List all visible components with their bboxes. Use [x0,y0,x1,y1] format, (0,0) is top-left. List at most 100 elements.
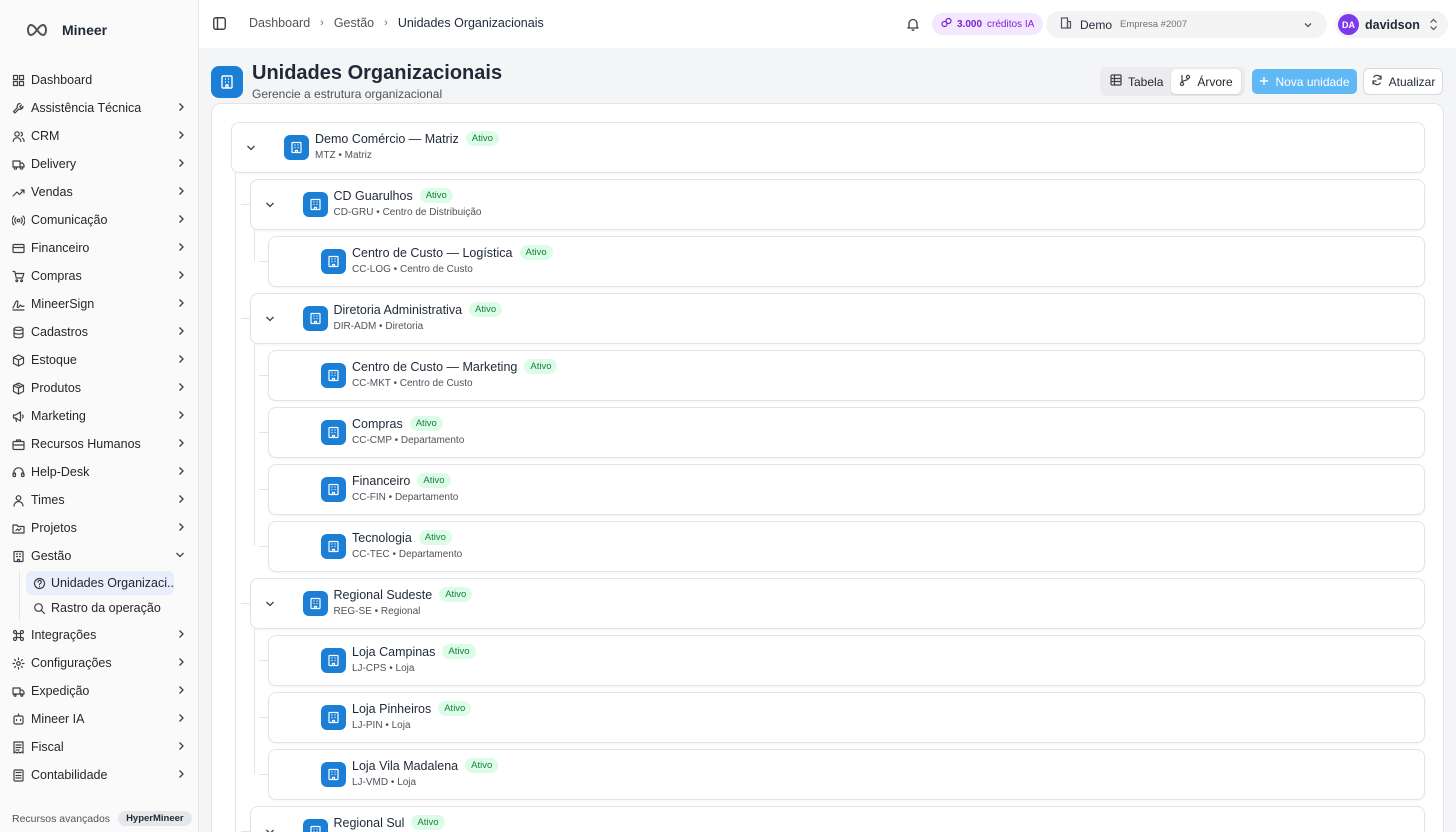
bell-icon[interactable] [906,17,920,31]
org-unit-card[interactable]: Regional Sul Ativo [249,806,1425,832]
status-badge: Ativo [418,530,452,545]
org-unit-card[interactable]: Tecnologia Ativo CC-TEC • Departamento [268,521,1425,572]
sidebar-item-expedicao[interactable]: Expedição [0,677,199,705]
sidebar-item-compras[interactable]: Compras [0,262,199,290]
advanced-features-label: Recursos avançados [12,812,111,825]
sidebar-item-projetos[interactable]: Projetos [0,514,199,542]
chevron-down-icon[interactable] [263,597,277,611]
chevron-right-icon [177,382,185,395]
org-unit-code: LJ-PIN [352,720,383,731]
sidebar-item-integracoes[interactable]: Integrações [0,621,199,649]
building-icon [12,550,25,563]
user-name: davidson [1365,17,1420,32]
sidebar-item-recursos-humanos[interactable]: Recursos Humanos [0,430,199,458]
org-unit-card[interactable]: Demo Comércio — Matriz Ativo MTZ • Matriz [231,122,1425,173]
org-unit-card[interactable]: Loja Pinheiros Ativo LJ-PIN • Loja [268,692,1425,743]
sidebar-toggle-icon[interactable] [213,17,226,30]
mineer-logo-icon [24,20,50,40]
refresh-icon [1371,74,1383,89]
sidebar-item-mineersign[interactable]: MineerSign [0,290,199,318]
chevron-down-icon[interactable] [244,141,258,155]
company-selector[interactable]: Demo Empresa #2007 [1046,11,1327,38]
sidebar-item-crm[interactable]: CRM [0,122,199,150]
truck-icon [12,158,25,171]
user-menu[interactable]: DA davidson [1335,11,1448,38]
org-unit-type: Loja [391,720,411,731]
ai-credits-badge[interactable]: 3.000 créditos IA [932,13,1044,35]
sidebar-item-estoque[interactable]: Estoque [0,346,199,374]
sidebar-item-gestao[interactable]: Gestão [0,542,199,570]
org-unit-card[interactable]: Centro de Custo — Logística Ativo CC-LOG •… [268,236,1425,287]
org-unit-card[interactable]: Regional Sudeste Ativo REG-SE • Regional [249,578,1425,629]
sidebar-item-contabilidade[interactable]: Contabilidade [0,761,199,789]
sidebar-item-label: Times [31,493,65,507]
sidebar-item-produtos[interactable]: Produtos [0,374,199,402]
chevron-right-icon [177,270,185,283]
tree-connector [240,318,250,319]
sidebar-item-label: Mineer IA [31,712,85,726]
database-icon [12,326,25,339]
org-unit-title: Tecnologia Ativo [352,530,452,545]
sidebar-item-vendas[interactable]: Vendas [0,178,199,206]
building-icon [302,591,328,616]
new-unit-button[interactable]: Nova unidade [1252,69,1357,94]
org-unit-card[interactable]: Loja Campinas Ativo LJ-CPS • Loja [268,635,1425,686]
sidebar-item-comunicacao[interactable]: Comunicação [0,206,199,234]
tree-connector [259,546,268,547]
chevron-down-icon[interactable] [263,825,277,832]
radio-icon [12,214,25,227]
tree-view-button[interactable]: Árvore [1171,69,1241,94]
chevron-right-icon: › [384,17,388,29]
org-unit-card[interactable]: Loja Vila Madalena Ativo LJ-VMD • Loja [268,749,1425,800]
topbar: Dashboard › Gestão › Unidades Organizaci… [199,0,1456,48]
separator-dot: • [391,435,401,446]
separator-dot: • [390,378,400,389]
wrench-icon [12,102,25,115]
sidebar-item-configuracoes[interactable]: Configurações [0,649,199,677]
sidebar-item-marketing[interactable]: Marketing [0,402,199,430]
building-icon [302,819,328,832]
table-view-button[interactable]: Tabela [1102,69,1171,94]
org-unit-code: CC-MKT [352,378,391,389]
sidebar-item-assistencia-tecnica[interactable]: Assistência Técnica [0,94,199,122]
building-icon [321,762,346,787]
tree-connector [259,660,268,661]
org-unit-name: Loja Vila Madalena [352,758,459,773]
org-unit-card[interactable]: Financeiro Ativo CC-FIN • Departamento [268,464,1425,515]
org-unit-name: Tecnologia [352,530,412,545]
submenu-item-rastro-da-operacao[interactable]: Rastro da operação [26,596,174,620]
sidebar-item-cadastros[interactable]: Cadastros [0,318,199,346]
org-unit-meta: CC-LOG • Centro de Custo [352,264,473,275]
sidebar-item-fiscal[interactable]: Fiscal [0,733,199,761]
org-unit-card[interactable]: CD Guarulhos Ativo CD-GRU • Centro de Dist… [249,179,1425,230]
brand[interactable]: Mineer [24,20,107,40]
org-unit-card[interactable]: Compras Ativo CC-CMP • Departamento [268,407,1425,458]
sidebar-item-label: Fiscal [31,740,64,754]
git-branch-icon [1179,74,1191,89]
refresh-button[interactable]: Atualizar [1363,68,1443,95]
chevron-down-icon[interactable] [263,198,277,212]
org-unit-card[interactable]: Centro de Custo — Marketing Ativo CC-MKT •… [268,350,1425,401]
breadcrumb-dashboard[interactable]: Dashboard [249,16,310,30]
sidebar-item-dashboard[interactable]: Dashboard [0,66,199,94]
sidebar-item-mineer-ia[interactable]: Mineer IA [0,705,199,733]
sidebar-item-times[interactable]: Times [0,486,199,514]
org-unit-title: CD Guarulhos Ativo [334,188,453,203]
chevron-down-icon[interactable] [263,312,277,326]
command-icon [12,629,25,642]
sidebar-item-delivery[interactable]: Delivery [0,150,199,178]
sidebar-item-label: CRM [31,129,60,143]
sidebar-item-label: Compras [31,269,82,283]
sidebar-item-help-desk[interactable]: Help-Desk [0,458,199,486]
submenu-item-unidades-organizaci[interactable]: Unidades Organizaci... [26,571,174,595]
breadcrumb-gestao[interactable]: Gestão [334,16,374,30]
tree-connector [240,603,250,604]
sidebar-item-label: Projetos [31,521,77,535]
org-unit-meta: CC-TEC • Departamento [352,549,462,560]
chevron-right-icon [177,522,185,535]
sidebar-item-financeiro[interactable]: Financeiro [0,234,199,262]
org-unit-card[interactable]: Diretoria Administrativa Ativo DIR-ADM • D… [249,293,1425,344]
settings-icon [12,656,25,670]
org-unit-name: Financeiro [352,473,411,488]
hypermineer-badge[interactable]: HyperMineer [118,811,192,826]
